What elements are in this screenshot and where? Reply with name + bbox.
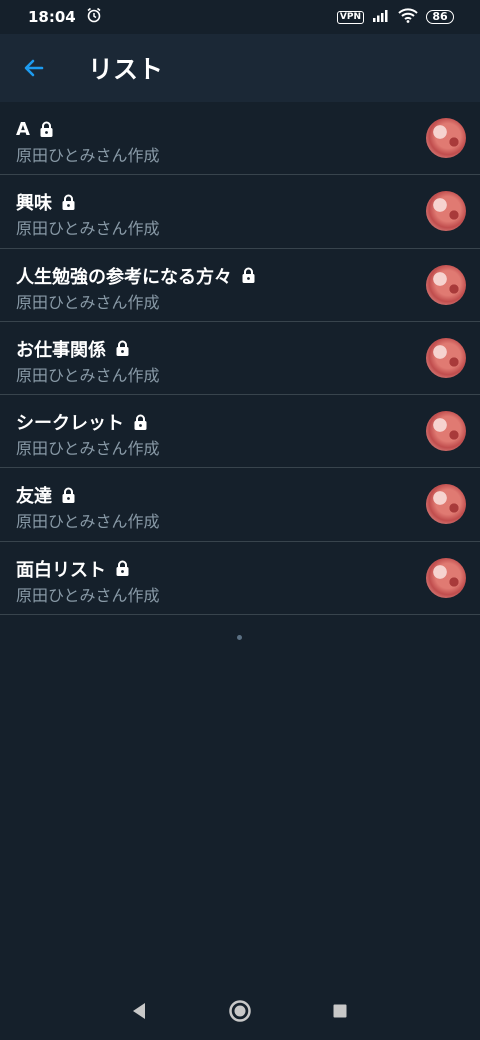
lock-icon	[132, 414, 149, 431]
list-creator: 原田ひとみさん作成	[16, 219, 160, 239]
battery-icon: 86	[426, 10, 454, 24]
list-item[interactable]: 面白リスト 原田ひとみさん作成	[0, 542, 480, 616]
list-container: A 原田ひとみさん作成 興味 原田ひとみさん作成 人生勉強の参考になる方々 原田…	[0, 102, 480, 616]
lock-icon	[240, 267, 257, 284]
avatar	[426, 118, 466, 158]
nav-home-button[interactable]	[225, 996, 255, 1026]
avatar	[426, 411, 466, 452]
list-item[interactable]: シークレット 原田ひとみさん作成	[0, 395, 480, 469]
back-arrow-icon	[24, 59, 44, 77]
list-name: お仕事関係	[16, 339, 106, 361]
avatar	[426, 337, 466, 378]
page-title: リスト	[88, 55, 164, 84]
home-circle-icon	[229, 1000, 251, 1022]
list-name: シークレット	[16, 413, 124, 435]
lock-icon	[38, 121, 55, 138]
list-name: 面白リスト	[16, 559, 106, 581]
lock-icon	[60, 487, 77, 504]
lock-icon	[114, 340, 131, 357]
list-item[interactable]: 人生勉強の参考になる方々 原田ひとみさん作成	[0, 249, 480, 322]
back-triangle-icon	[133, 1003, 145, 1019]
avatar	[426, 557, 466, 598]
list-item[interactable]: 興味 原田ひとみさん作成	[0, 175, 480, 249]
lock-icon	[60, 194, 77, 211]
system-nav-bar	[0, 982, 480, 1040]
signal-icon	[372, 8, 390, 26]
status-time: 18:04	[28, 8, 76, 26]
list-name: 興味	[16, 193, 52, 215]
list-name: 友達	[16, 486, 52, 508]
list-creator: 原田ひとみさん作成	[16, 365, 160, 385]
lock-icon	[114, 560, 131, 577]
vpn-badge: VPN	[336, 10, 364, 24]
list-item[interactable]: 友達 原田ひとみさん作成	[0, 468, 480, 542]
list-creator: 原田ひとみさん作成	[16, 512, 160, 532]
list-creator: 原田ひとみさん作成	[16, 585, 160, 605]
avatar	[426, 191, 466, 232]
list-item[interactable]: A 原田ひとみさん作成	[0, 102, 480, 176]
status-bar: 18:04 VPN 86	[0, 0, 480, 34]
list-creator: 原田ひとみさん作成	[16, 292, 160, 312]
nav-back-button[interactable]	[124, 996, 154, 1026]
alarm-icon	[86, 7, 102, 27]
wifi-icon	[398, 7, 418, 27]
list-item[interactable]: お仕事関係 原田ひとみさん作成	[0, 322, 480, 396]
back-button[interactable]	[16, 50, 52, 86]
loading-indicator	[237, 635, 242, 640]
recents-square-icon	[333, 1004, 347, 1018]
list-name: 人生勉強の参考になる方々	[16, 266, 232, 288]
list-name: A	[16, 118, 30, 140]
list-creator: 原田ひとみさん作成	[16, 146, 160, 165]
avatar	[426, 264, 466, 305]
avatar	[426, 484, 466, 525]
nav-recents-button[interactable]	[325, 996, 355, 1026]
app-bar: リスト	[0, 34, 480, 102]
list-creator: 原田ひとみさん作成	[16, 439, 160, 459]
